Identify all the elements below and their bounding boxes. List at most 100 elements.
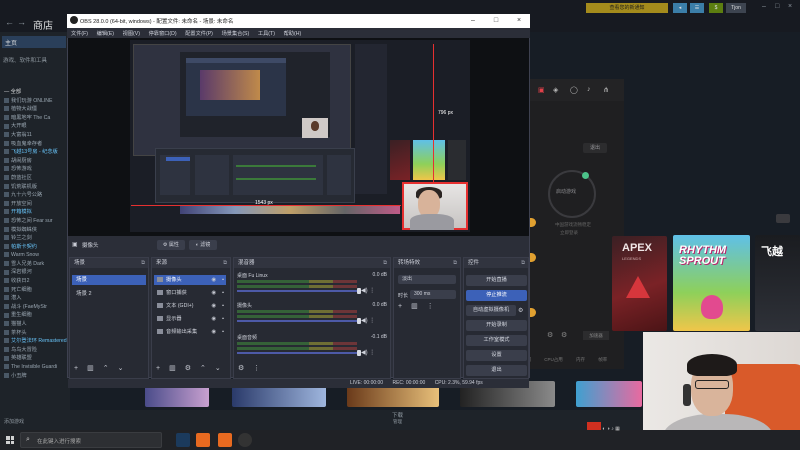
app-taskbar-icon[interactable] <box>218 433 232 447</box>
obs-taskbar-icon[interactable] <box>238 433 252 447</box>
game-tile-feixi[interactable]: 飞越 <box>755 235 800 331</box>
obs-minimize-icon[interactable]: – <box>466 15 480 26</box>
library-item[interactable]: 大开眼 <box>0 122 70 131</box>
trash-icon[interactable]: ▥ <box>87 365 94 372</box>
library-item[interactable]: 猫猫人 <box>0 320 70 329</box>
source-item[interactable]: 窗口捕获 ◉ ▪ <box>154 288 226 298</box>
home-button[interactable]: 主页 <box>2 36 66 48</box>
app-taskbar-icon[interactable] <box>196 433 210 447</box>
eye-icon[interactable]: ◉ <box>211 327 216 337</box>
library-item[interactable]: 胡闹厨房 <box>0 157 70 166</box>
logout-button[interactable]: 退出 <box>583 143 607 153</box>
friends-icon[interactable]: ☰ <box>690 3 704 13</box>
library-item[interactable]: 雪人兄弟 Dark <box>0 260 70 269</box>
up-icon[interactable]: ⌃ <box>200 365 206 372</box>
library-item[interactable]: 开放空间 <box>0 200 70 209</box>
menu-tools[interactable]: 工具(T) <box>258 31 275 37</box>
share-icon[interactable]: ⋔ <box>603 86 611 94</box>
library-thumbnail[interactable] <box>576 381 642 407</box>
downloads-button[interactable]: 下载 管理 <box>392 411 403 425</box>
steam-taskbar-icon[interactable] <box>176 433 190 447</box>
eye-icon[interactable]: ◉ <box>211 301 216 311</box>
dock-popout-icon[interactable]: ⧉ <box>223 258 227 268</box>
up-icon[interactable]: ⌃ <box>103 365 109 372</box>
library-item[interactable]: 死亡细胞 <box>0 286 70 295</box>
login-link[interactable]: 立即登录 <box>560 230 578 236</box>
start-streaming-button[interactable]: 开始直播 <box>466 275 527 286</box>
scene-item[interactable]: 场景 2 <box>72 289 146 299</box>
volume-slider[interactable] <box>237 290 359 292</box>
dock-popout-icon[interactable]: ⧉ <box>141 258 145 268</box>
maximize-icon[interactable]: □ <box>775 3 779 10</box>
speaker-icon[interactable]: ◀) ⋮ <box>361 349 375 356</box>
add-icon[interactable]: + <box>398 303 402 310</box>
library-item[interactable]: 开箱模拟 <box>0 208 70 217</box>
webcam-source-selected[interactable] <box>402 182 468 230</box>
volume-slider[interactable] <box>237 352 359 354</box>
speaker-icon[interactable]: ◀) ⋮ <box>361 317 375 324</box>
add-icon[interactable]: + <box>74 365 78 372</box>
user-menu[interactable]: Tjon <box>726 3 746 13</box>
scene-item[interactable]: 场景 <box>72 275 146 285</box>
menu-profile[interactable]: 配置文件(P) <box>185 31 213 37</box>
library-item[interactable]: 鸟鸟大冒险 <box>0 346 70 355</box>
toggle-icon[interactable] <box>776 214 790 223</box>
gift-icon[interactable]: ◈ <box>553 86 561 94</box>
source-item[interactable]: 显示器 ◉ ▪ <box>154 314 226 324</box>
library-item[interactable]: 暗黑地牢 The Ca <box>0 114 70 123</box>
library-item[interactable]: 九十六号公路 <box>0 191 70 200</box>
minimize-icon[interactable]: – <box>762 3 766 10</box>
add-icon[interactable]: + <box>156 365 160 372</box>
menu-view[interactable]: 视图(V) <box>123 31 140 37</box>
library-item[interactable]: 大富翁11 <box>0 131 70 140</box>
library-item[interactable]: 深岩银河 <box>0 268 70 277</box>
accelerator-status[interactable]: 加速器 <box>583 331 609 340</box>
transition-type-select[interactable]: 淡出 <box>398 275 456 284</box>
lock-icon[interactable]: ▪ <box>222 275 224 285</box>
lock-icon[interactable]: ▪ <box>222 301 224 311</box>
down-icon[interactable]: ⌄ <box>118 365 124 372</box>
trash-icon[interactable]: ▥ <box>169 365 176 372</box>
menu-edit[interactable]: 编辑(E) <box>97 31 114 37</box>
broadcast-icon[interactable]: ◂ <box>673 3 687 13</box>
wallet-icon[interactable]: $ <box>709 3 723 13</box>
library-item[interactable]: 潜入 <box>0 294 70 303</box>
library-item[interactable]: 饥荒联机版 <box>0 183 70 192</box>
library-item[interactable]: 飞越13号房 - 纪念版 <box>0 148 70 157</box>
shop-icon[interactable]: ▣ <box>538 86 546 94</box>
taskbar-search[interactable]: ⌕ 在此键入进行搜索 <box>20 432 162 448</box>
studio-mode-button[interactable]: 工作室模式 <box>466 335 527 346</box>
tray-icons[interactable]: ◐ ◑ ♪ ▦ <box>602 426 619 432</box>
library-item[interactable]: 英雄联盟 <box>0 354 70 363</box>
windows-start-icon[interactable] <box>6 436 14 444</box>
library-item[interactable]: 恐怖游戏 <box>0 165 70 174</box>
speaker-icon[interactable]: ◀) ⋮ <box>361 287 375 294</box>
dock-popout-icon[interactable]: ⧉ <box>383 258 387 268</box>
menu-docks[interactable]: 停靠窗口(D) <box>149 31 177 37</box>
library-item[interactable]: 我们玩游 ONLINE <box>0 97 70 106</box>
source-item[interactable]: 摄像头 ◉ ▪ <box>154 275 226 285</box>
more-icon[interactable]: ⋮ <box>253 365 260 372</box>
down-icon[interactable]: ⌄ <box>215 365 221 372</box>
library-item[interactable]: 模拟蜘蛛侠 <box>0 226 70 235</box>
chat-icon[interactable]: ◯ <box>570 86 578 94</box>
gear-icon[interactable]: ⚙ <box>185 365 191 372</box>
eye-icon[interactable]: ◉ <box>211 288 216 298</box>
ime-icon[interactable] <box>587 422 601 430</box>
lock-icon[interactable]: ▪ <box>222 288 224 298</box>
library-item[interactable]: 蔚蓝社区 <box>0 174 70 183</box>
dock-popout-icon[interactable]: ⧉ <box>521 258 525 268</box>
settings-icon[interactable]: ⚙ <box>547 331 553 339</box>
gear-icon[interactable]: ⚙ <box>518 307 523 314</box>
library-item[interactable]: 铃兰之剑 <box>0 234 70 243</box>
lock-icon[interactable]: ▪ <box>222 327 224 337</box>
library-item[interactable]: 艾尔登法环 Remastered <box>0 337 70 346</box>
steam-store-title[interactable]: 商店 <box>33 17 53 32</box>
eye-icon[interactable]: ◉ <box>211 314 216 324</box>
exit-button[interactable]: 退出 <box>466 365 527 376</box>
library-item[interactable]: — 全部 <box>0 88 70 97</box>
close-icon[interactable]: × <box>788 3 792 10</box>
menu-scene-collection[interactable]: 场景集合(S) <box>222 31 250 37</box>
library-item[interactable]: 重生细胞 <box>0 311 70 320</box>
library-item[interactable]: 植物大战僵 <box>0 105 70 114</box>
